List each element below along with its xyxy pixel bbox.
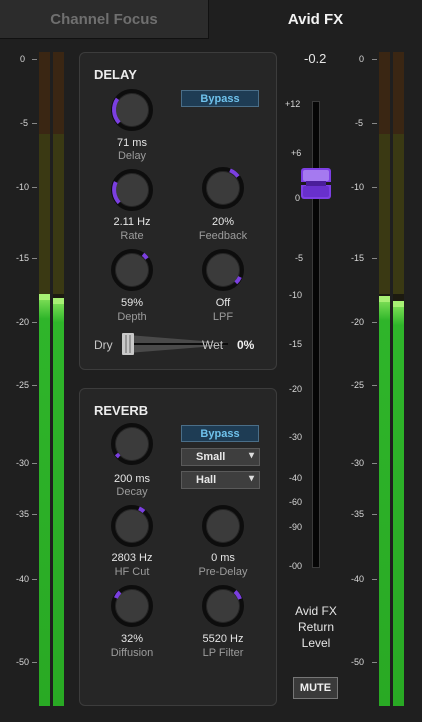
scale-label: -20 <box>351 317 365 327</box>
right-meter-channel-2 <box>393 52 404 706</box>
scale-label: -5 <box>20 118 29 128</box>
right-meter-channel-1 <box>379 52 390 706</box>
feedback-label: Feedback <box>198 230 248 242</box>
chevron-down-icon: ▾ <box>248 473 254 484</box>
rate-label: Rate <box>120 230 144 242</box>
fader-scale-label: -10 <box>289 290 303 300</box>
rate-knob[interactable] <box>111 169 153 211</box>
chevron-down-icon: ▾ <box>248 450 254 461</box>
tab-channel-focus[interactable]: Channel Focus <box>0 0 209 39</box>
delay-time-knob[interactable] <box>111 89 153 131</box>
room-size-select[interactable]: Small ▾ <box>181 448 260 466</box>
fader-scale-label: -40 <box>289 473 303 483</box>
left-meter-channel-2 <box>53 52 64 706</box>
meter-level <box>53 298 64 706</box>
fader-scale-label: -15 <box>289 339 303 349</box>
rate-value: 2.11 Hz <box>113 216 151 228</box>
feedback-value: 20% <box>211 216 235 228</box>
decay-knob[interactable] <box>111 423 153 465</box>
delay-time-value: 71 ms <box>117 137 147 149</box>
fader-readout: -0.2 <box>304 51 327 66</box>
scale-label: -50 <box>351 657 365 667</box>
diffusion-label: Diffusion <box>110 647 154 659</box>
scale-label: -35 <box>16 509 30 519</box>
fader-scale-label: -20 <box>289 384 303 394</box>
avid-fx-window: Channel Focus Avid FX 0 -5 -10 -15 -20 -… <box>0 0 422 722</box>
scale-label: 0 <box>359 54 365 64</box>
meter-level <box>393 301 404 706</box>
scale-label: -25 <box>351 380 365 390</box>
decay-label: Decay <box>116 486 148 498</box>
dry-label: Dry <box>94 338 113 352</box>
pre-delay-label: Pre-Delay <box>198 566 248 578</box>
scale-label: -10 <box>351 182 365 192</box>
delay-panel: DELAY Bypass 71 ms Delay 2.11 Hz Rate 20… <box>79 52 277 370</box>
wet-label: Wet <box>202 338 224 352</box>
reverb-panel: REVERB Bypass Small ▾ Hall ▾ 200 ms Deca… <box>79 388 277 706</box>
reverb-type-value: Hall <box>196 474 217 486</box>
scale-label: -30 <box>351 458 365 468</box>
scale-label: -15 <box>351 253 365 263</box>
tab-avid-fx[interactable]: Avid FX <box>209 0 422 38</box>
lpf-value: Off <box>215 297 231 309</box>
meter-level <box>379 296 390 706</box>
fader-scale-label: -60 <box>289 497 303 507</box>
diffusion-knob[interactable] <box>111 585 153 627</box>
scale-label: 0 <box>20 54 26 64</box>
reverb-type-select[interactable]: Hall ▾ <box>181 471 260 489</box>
fader-handle[interactable] <box>301 168 331 199</box>
reverb-bypass-button[interactable]: Bypass <box>181 425 259 442</box>
fader-scale-label: -00 <box>289 561 303 571</box>
scale-label: -50 <box>16 657 30 667</box>
scale-label: -30 <box>16 458 30 468</box>
pre-delay-value: 0 ms <box>211 552 235 564</box>
scale-label: -20 <box>16 317 30 327</box>
scale-label: -40 <box>351 574 365 584</box>
decay-value: 200 ms <box>113 473 151 485</box>
fader-scale-label: +12 <box>285 99 301 109</box>
return-level-label: Avid FX Return Level <box>295 604 337 650</box>
diffusion-value: 32% <box>120 633 144 645</box>
depth-value: 59% <box>120 297 144 309</box>
lpf-label: LPF <box>212 311 234 323</box>
lp-filter-knob[interactable] <box>202 585 244 627</box>
reverb-title: REVERB <box>94 403 149 418</box>
depth-knob[interactable] <box>111 249 153 291</box>
delay-time-label: Delay <box>117 150 147 162</box>
lp-filter-value: 5520 Hz <box>202 633 244 645</box>
scale-label: -25 <box>16 380 30 390</box>
scale-label: -15 <box>16 253 30 263</box>
lpf-knob[interactable] <box>202 249 244 291</box>
wet-value: 0% <box>237 338 255 352</box>
room-size-value: Small <box>196 451 226 463</box>
scale-label: -5 <box>355 118 364 128</box>
scale-label: -35 <box>351 509 365 519</box>
delay-bypass-button[interactable]: Bypass <box>181 90 259 107</box>
feedback-knob[interactable] <box>202 167 244 209</box>
fader-scale-label: -5 <box>295 253 304 263</box>
hf-cut-knob[interactable] <box>111 505 153 547</box>
lp-filter-label: LP Filter <box>202 647 244 659</box>
delay-title: DELAY <box>94 67 137 82</box>
fader-scale-label: -90 <box>289 522 303 532</box>
hf-cut-label: HF Cut <box>114 566 150 578</box>
depth-label: Depth <box>117 311 147 323</box>
hf-cut-value: 2803 Hz <box>111 552 153 564</box>
mute-button[interactable]: MUTE <box>293 677 338 699</box>
scale-label: -10 <box>16 182 30 192</box>
meter-level <box>39 294 50 706</box>
fader-scale-label: -30 <box>289 432 303 442</box>
left-meter-channel-1 <box>39 52 50 706</box>
scale-label: -40 <box>16 574 30 584</box>
fader-scale-label: +6 <box>291 148 302 158</box>
pre-delay-knob[interactable] <box>202 505 244 547</box>
fader-scale-label: 0 <box>295 193 301 203</box>
